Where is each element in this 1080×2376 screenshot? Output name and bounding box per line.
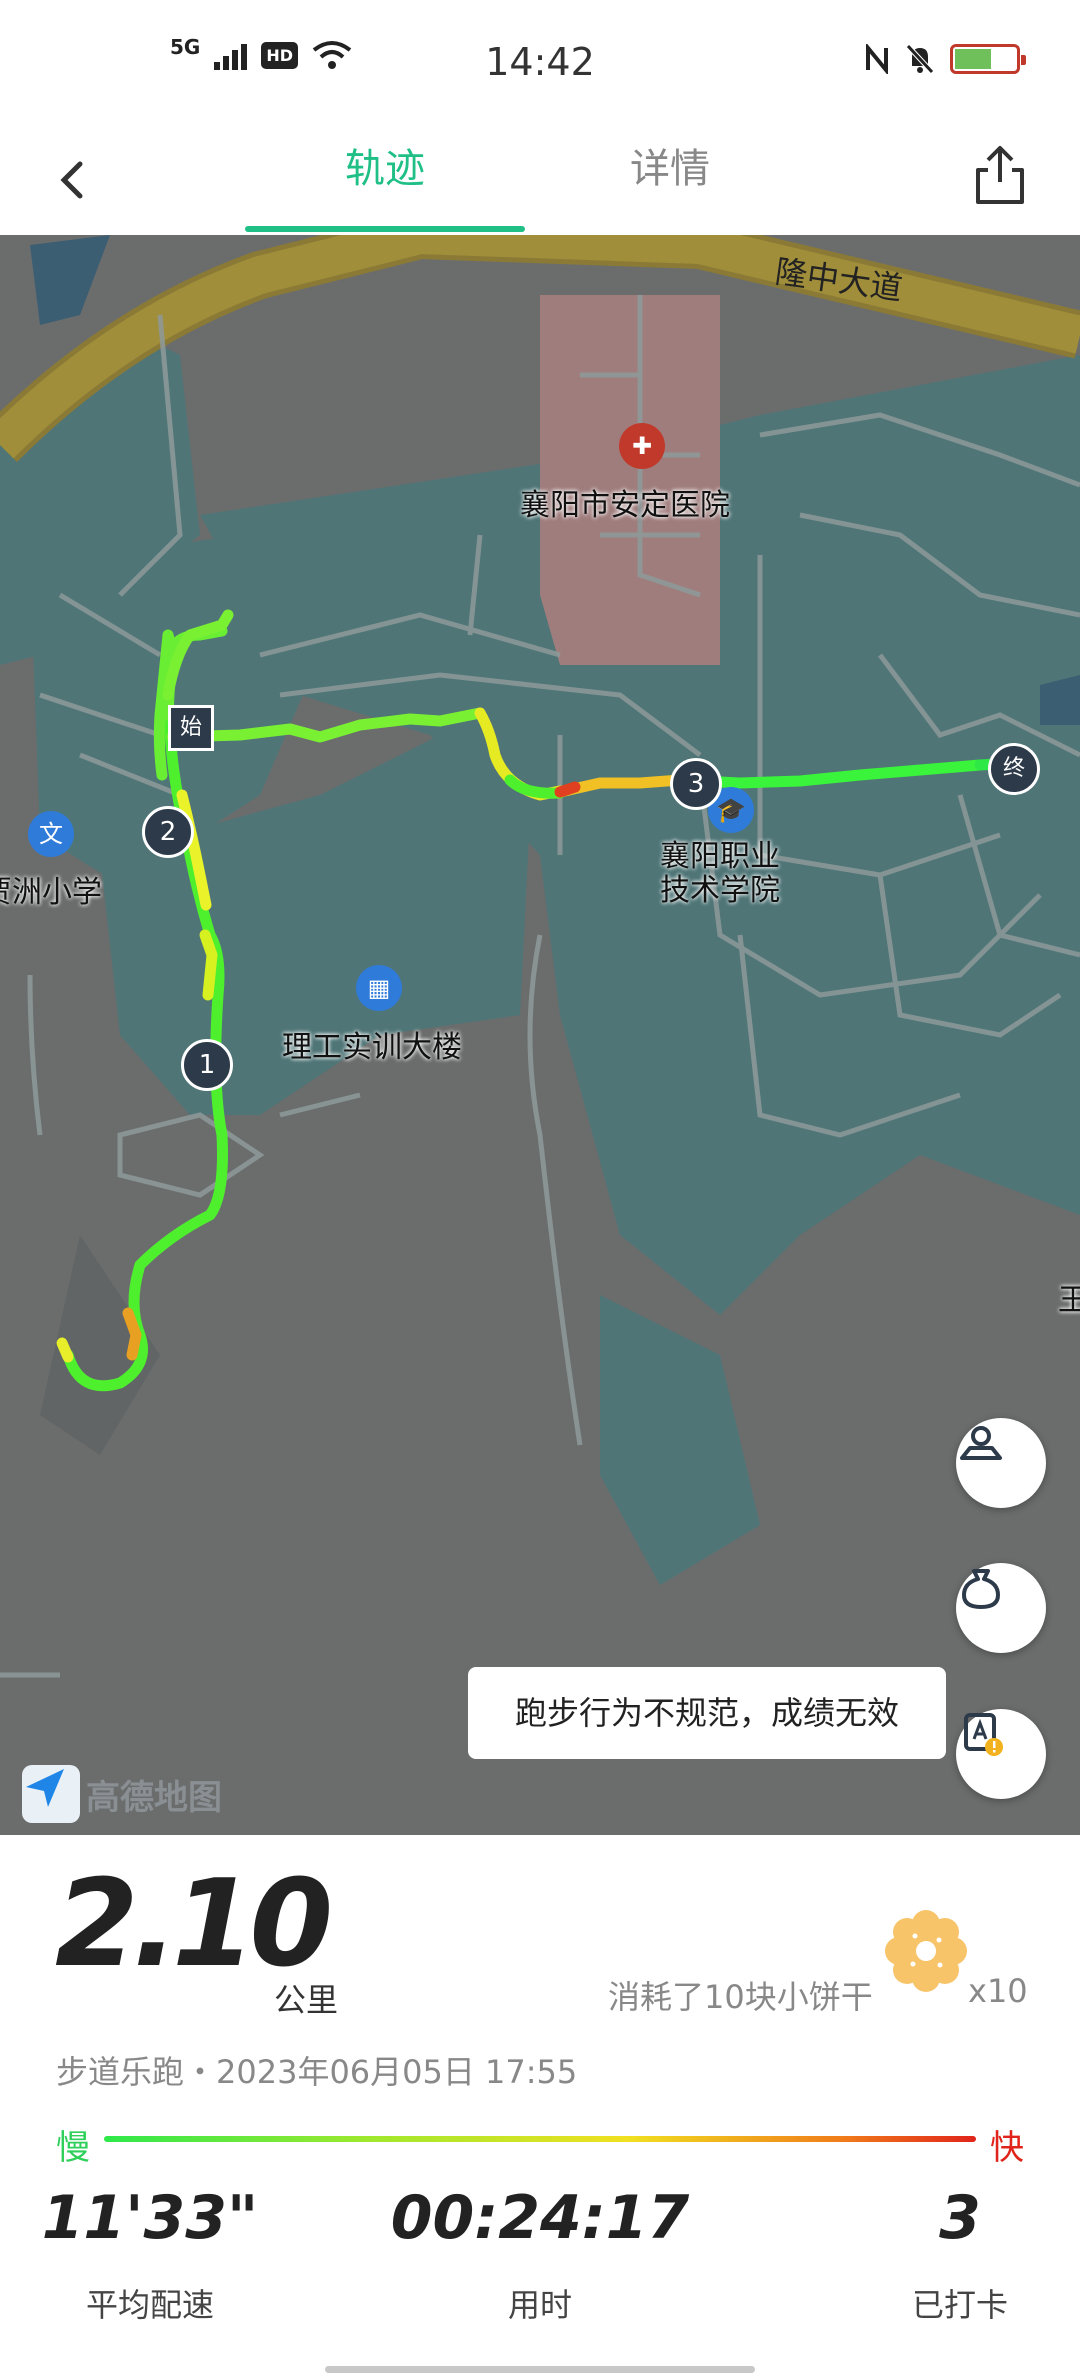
speed-gradient-bar (104, 2136, 976, 2142)
tab-detail[interactable]: 详情 (570, 134, 770, 224)
avg-pace-label: 平均配速 (85, 2286, 214, 2324)
status-right (864, 44, 1026, 74)
report-warning-icon (964, 1713, 1003, 1756)
bag-icon (962, 1569, 1000, 1609)
checkpoint-3-marker[interactable]: 3 (670, 758, 722, 810)
checkpoint-1-marker[interactable]: 1 (181, 1039, 233, 1091)
amap-logo-icon (22, 1765, 80, 1823)
map-canvas (0, 235, 1080, 1678)
speed-slow-label: 慢 (56, 2128, 90, 2168)
location-button[interactable] (956, 1418, 1046, 1508)
report-button[interactable] (956, 1709, 1046, 1799)
run-summary-panel: 2.10 公里 消耗了10块小饼干 x10 步道乐跑・2023年06月05日 1… (0, 1835, 1080, 2376)
amap-logo-text: 高德地图 (86, 1777, 222, 1818)
checkpoint-2-marker[interactable]: 2 (142, 806, 194, 858)
status-bar: 5G HD 14:42 (0, 0, 1080, 130)
checkins-value: 3 (939, 2183, 981, 2253)
checkins-label: 已打卡 (911, 2286, 1008, 2324)
cookie-bag-button[interactable] (956, 1563, 1046, 1653)
person-pin-icon (960, 1426, 1002, 1460)
tab-track[interactable]: 轨迹 (245, 134, 525, 224)
amap-logo: 高德地图 (22, 1765, 222, 1823)
map-edge-label: 王 (1058, 1283, 1080, 1318)
speed-fast-label: 快 (990, 2128, 1024, 2168)
distance-value: 2.10 (55, 1855, 333, 1994)
poi-college-label[interactable]: 襄阳职业 技术学院 (660, 840, 780, 908)
cookie-multiplier: x10 (968, 1972, 1028, 2010)
run-subtitle: 步道乐跑・2023年06月05日 17:55 (56, 2053, 578, 2091)
culture-icon: 文 (28, 811, 74, 857)
calories-text: 消耗了10块小饼干 (608, 1978, 873, 2016)
poi-school-label[interactable]: 贾洲小学 (0, 867, 102, 911)
distance-unit: 公里 (274, 1981, 339, 2019)
home-indicator[interactable] (325, 2366, 755, 2373)
poi-building-label[interactable]: 理工实训大楼 (282, 1022, 462, 1066)
chevron-left-icon (60, 161, 83, 199)
nfc-icon (866, 44, 888, 74)
share-icon (976, 146, 1024, 204)
poi-hospital-label[interactable]: 襄阳市安定医院 (520, 480, 730, 524)
top-nav: 轨迹 详情 (0, 130, 1080, 235)
duration-value: 00:24:17 (390, 2183, 690, 2253)
share-button[interactable] (970, 140, 1030, 210)
hospital-icon: ✚ (619, 423, 665, 469)
active-tab-indicator (245, 226, 525, 232)
cookie-icon (885, 1910, 967, 1992)
back-button[interactable] (52, 150, 92, 210)
battery-icon (950, 44, 1026, 74)
map-view[interactable]: 隆中大道 ✚ 襄阳市安定医院 文 贾洲小学 ▦ 理工实训大楼 🎓 襄阳职业 技术… (0, 235, 1080, 1835)
start-marker: 始 (168, 705, 214, 751)
building-icon: ▦ (356, 965, 402, 1011)
duration-label: 用时 (507, 2286, 572, 2324)
invalid-run-toast: 跑步行为不规范，成绩无效 (468, 1667, 946, 1759)
mute-bell-icon (906, 44, 934, 74)
avg-pace-value: 11'33" (41, 2183, 259, 2253)
end-marker: 终 (988, 743, 1040, 795)
